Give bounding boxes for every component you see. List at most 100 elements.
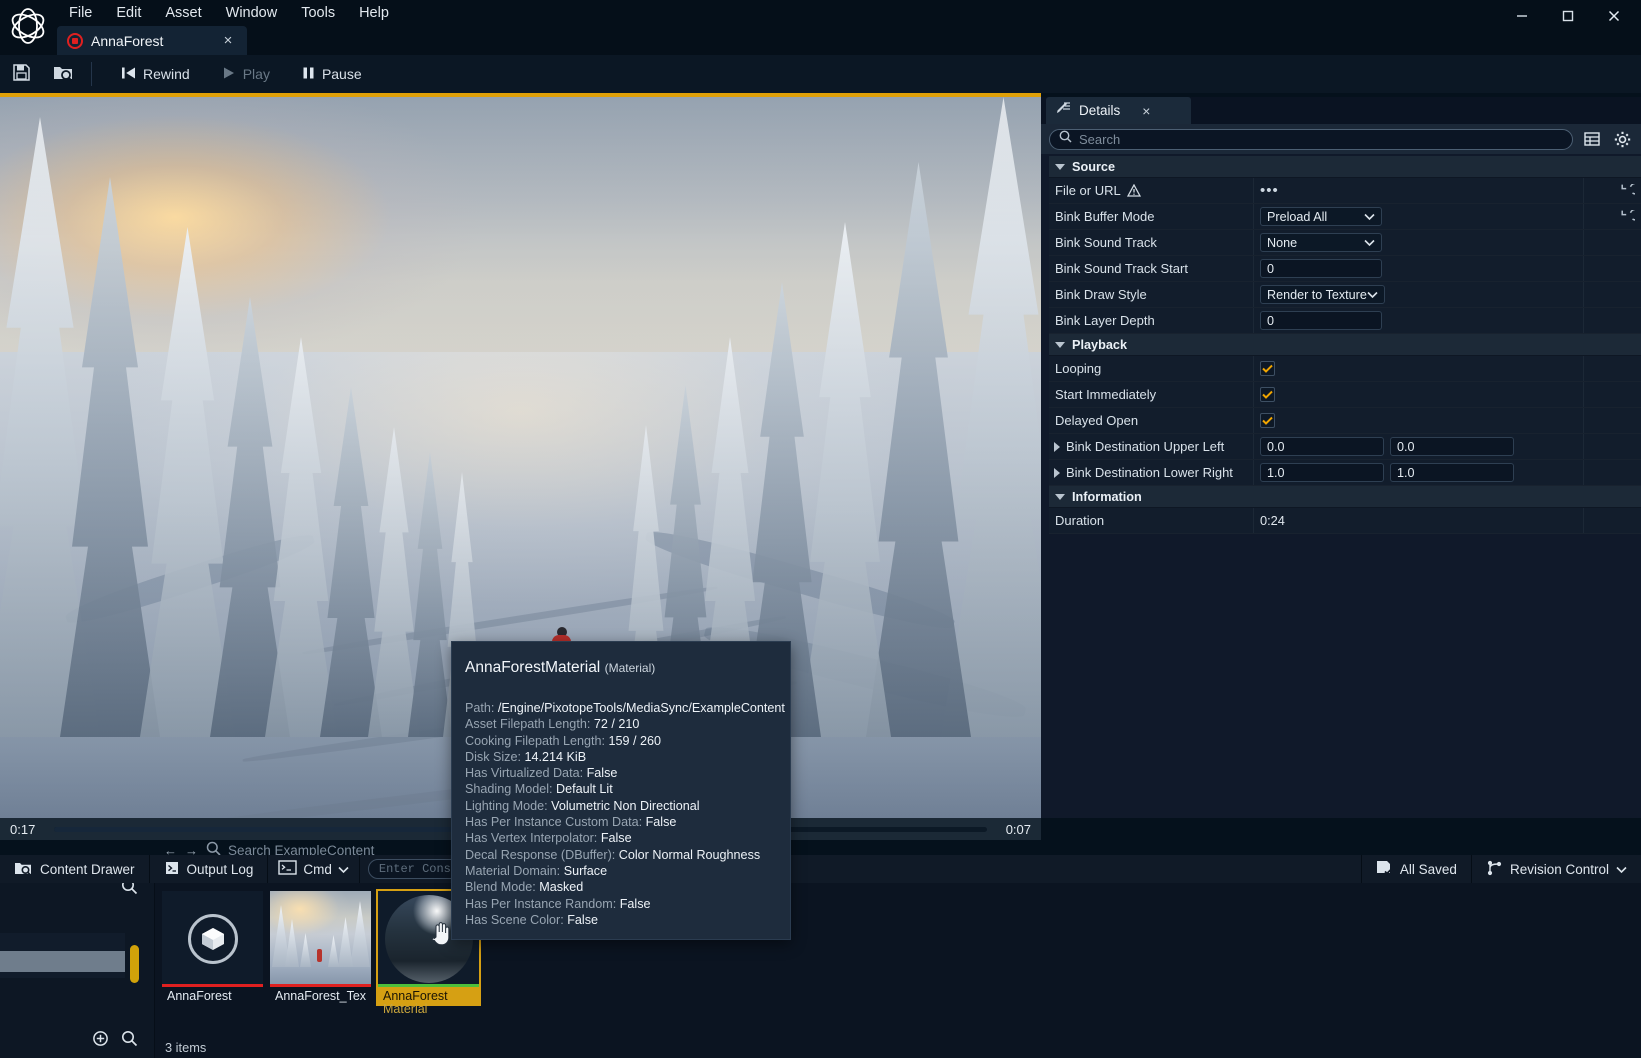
content-browser: ← → Search ExampleContent — [0, 883, 1641, 1058]
tooltip-row: Has Per Instance Random: False — [465, 896, 777, 912]
chevron-down-icon — [1055, 164, 1065, 170]
details-close-icon[interactable]: × — [1142, 103, 1150, 119]
tooltip-value: False — [567, 913, 598, 927]
chevron-right-icon[interactable] — [1054, 468, 1060, 478]
tooltip-row: Asset Filepath Length: 72 / 210 — [465, 716, 777, 732]
pause-button[interactable]: Pause — [291, 57, 373, 91]
tooltip-row: Cooking Filepath Length: 159 / 260 — [465, 733, 777, 749]
property-label: Start Immediately — [1055, 387, 1156, 402]
bink-sound-track-start-input[interactable]: 0 — [1260, 259, 1382, 278]
destination-lower-right-y-input[interactable]: 1.0 — [1390, 463, 1514, 482]
filter-search-icon[interactable] — [121, 1030, 138, 1052]
sources-scrollbar[interactable] — [130, 945, 139, 983]
dropdown-value: Render to Texture — [1267, 288, 1367, 302]
add-content-icon[interactable] — [92, 1030, 109, 1052]
pause-icon — [302, 66, 315, 83]
section-header-source[interactable]: Source — [1049, 156, 1641, 178]
rewind-button[interactable]: Rewind — [110, 57, 201, 91]
sources-tree-row-selected[interactable] — [0, 951, 125, 972]
tooltip-value: /Engine/PixotopeTools/MediaSync/ExampleC… — [498, 701, 785, 715]
asset-tile-annaforest-blueprint[interactable]: AnnaForest — [162, 891, 263, 1004]
output-log-label: Output Log — [187, 862, 254, 877]
property-row-bink-draw-style: Bink Draw Style Render to Texture — [1049, 282, 1641, 308]
app-logo-icon — [6, 4, 50, 48]
chevron-down-icon — [338, 862, 349, 877]
tooltip-value: False — [587, 766, 618, 780]
section-title: Information — [1072, 490, 1142, 504]
delayed-open-checkbox[interactable] — [1260, 413, 1275, 428]
menu-tools[interactable]: Tools — [289, 2, 347, 24]
play-button[interactable]: Play — [211, 57, 281, 91]
row-reset-placeholder — [1613, 308, 1641, 333]
menu-window[interactable]: Window — [214, 2, 290, 24]
chevron-right-icon[interactable] — [1054, 442, 1060, 452]
save-button[interactable] — [0, 57, 42, 91]
revision-control-button[interactable]: Revision Control — [1471, 855, 1641, 883]
sources-footer-icons — [92, 1030, 138, 1052]
menu-edit[interactable]: Edit — [104, 2, 153, 24]
destination-upper-left-y-input[interactable]: 0.0 — [1390, 437, 1514, 456]
tab-details[interactable]: Details × — [1046, 97, 1191, 124]
details-icon — [1056, 101, 1071, 121]
destination-upper-left-x-input[interactable]: 0.0 — [1260, 437, 1384, 456]
property-row-bink-layer-depth: Bink Layer Depth 0 — [1049, 308, 1641, 334]
section-header-information[interactable]: Information — [1049, 486, 1641, 508]
content-drawer-button[interactable]: Content Drawer — [0, 855, 150, 883]
tooltip-asset-name: AnnaForestMaterial — [465, 659, 600, 676]
tooltip-row: Disk Size: 14.214 KiB — [465, 749, 777, 765]
tooltip-value: False — [620, 897, 651, 911]
menu-help[interactable]: Help — [347, 2, 401, 24]
all-saved-button[interactable]: All Saved — [1361, 855, 1471, 883]
input-value: 0.0 — [1267, 440, 1285, 454]
start-immediately-checkbox[interactable] — [1260, 387, 1275, 402]
menu-asset[interactable]: Asset — [153, 2, 213, 24]
property-row-delayed-open: Delayed Open — [1049, 408, 1641, 434]
menu-file[interactable]: File — [57, 2, 104, 24]
output-log-button[interactable]: Output Log — [150, 855, 269, 883]
looping-checkbox[interactable] — [1260, 361, 1275, 376]
tooltip-key: Has Virtualized Data: — [465, 766, 583, 780]
chevron-down-icon — [1055, 494, 1065, 500]
row-gutter — [1583, 408, 1613, 433]
row-gutter — [1583, 256, 1613, 281]
save-icon — [12, 63, 31, 85]
tooltip-value: Color Normal Roughness — [619, 848, 760, 862]
tab-annaforest[interactable]: AnnaForest × — [57, 26, 247, 55]
details-tab-label: Details — [1079, 103, 1120, 118]
chevron-down-icon — [1055, 342, 1065, 348]
file-or-url-browse-button[interactable]: ••• — [1260, 186, 1279, 196]
tooltip-row: Has Per Instance Custom Data: False — [465, 814, 777, 830]
reset-to-default-icon[interactable] — [1613, 204, 1641, 229]
chevron-down-icon — [1364, 210, 1375, 224]
bink-layer-depth-input[interactable]: 0 — [1260, 311, 1382, 330]
asset-label: AnnaForest_Tex — [270, 987, 371, 1004]
asset-tile-annaforest-tex[interactable]: AnnaForest_Tex — [270, 891, 371, 1004]
play-icon — [222, 66, 236, 83]
reset-to-default-icon[interactable] — [1613, 178, 1641, 203]
input-value: 1.0 — [1267, 466, 1285, 480]
destination-lower-right-x-input[interactable]: 1.0 — [1260, 463, 1384, 482]
view-options-gear-icon[interactable] — [1611, 128, 1633, 150]
row-reset-placeholder — [1613, 230, 1641, 255]
tooltip-row: Shading Model: Default Lit — [465, 781, 777, 797]
bink-draw-style-dropdown[interactable]: Render to Texture — [1260, 285, 1385, 304]
chevron-down-icon — [1616, 862, 1627, 877]
row-gutter — [1583, 356, 1613, 381]
cmd-dropdown[interactable]: Cmd — [268, 855, 360, 883]
browse-to-asset-button[interactable] — [42, 57, 85, 91]
tooltip-asset-type: (Material) — [605, 661, 656, 675]
chevron-down-icon — [1364, 236, 1375, 250]
section-header-playback[interactable]: Playback — [1049, 334, 1641, 356]
bink-sound-track-dropdown[interactable]: None — [1260, 233, 1382, 252]
search-input[interactable]: Search — [1049, 129, 1573, 150]
console-icon — [278, 860, 297, 878]
tooltip-row: Has Virtualized Data: False — [465, 765, 777, 781]
tooltip-value: False — [601, 831, 632, 845]
property-label: Bink Sound Track Start — [1055, 261, 1188, 276]
row-gutter — [1583, 282, 1613, 307]
tab-close-icon[interactable]: × — [219, 32, 237, 50]
duration-value: 0:24 — [1260, 513, 1285, 528]
bink-buffer-mode-dropdown[interactable]: Preload All — [1260, 207, 1382, 226]
media-player-asset-icon — [67, 33, 83, 49]
column-settings-icon[interactable] — [1581, 128, 1603, 150]
